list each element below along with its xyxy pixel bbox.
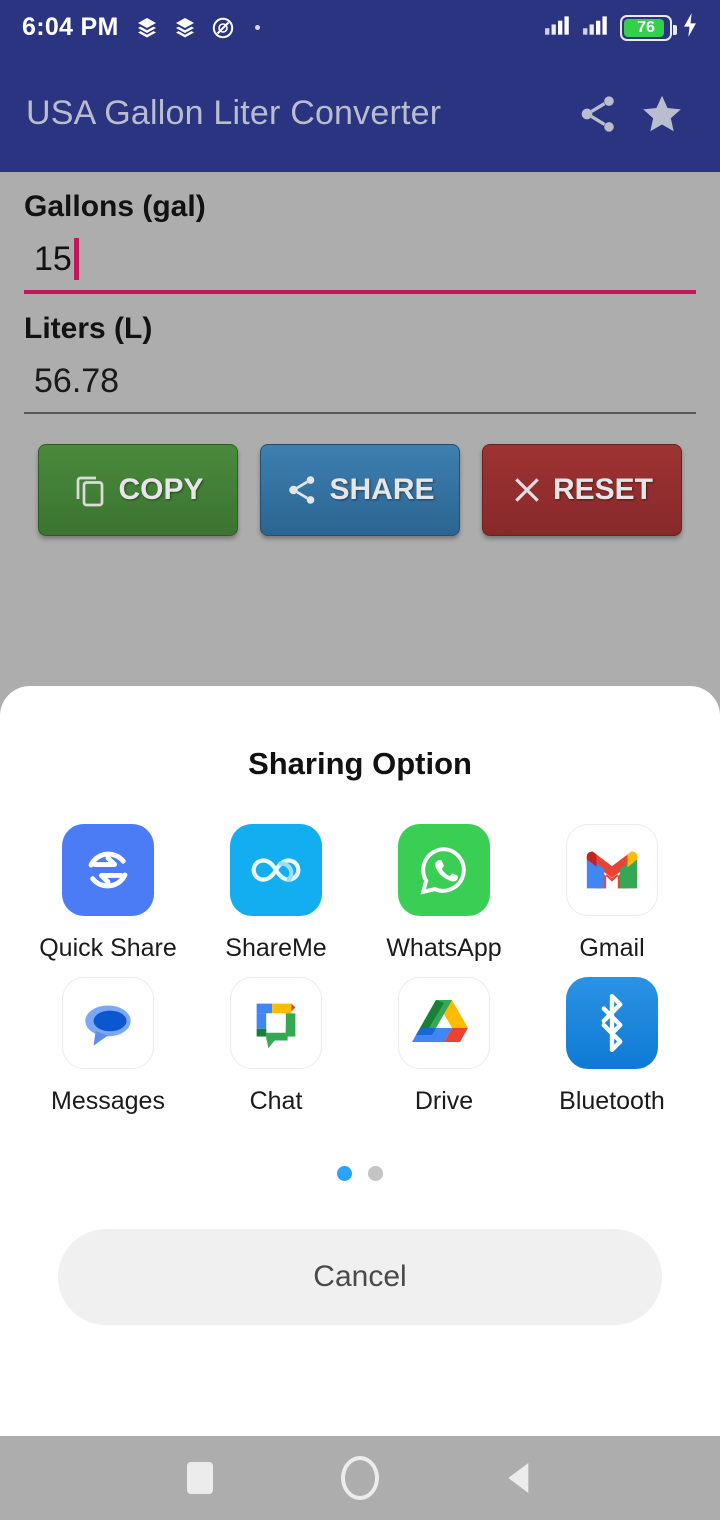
appbar-share-button[interactable] (566, 82, 630, 146)
share-target-label: Quick Share (39, 934, 177, 962)
system-navigation-bar (0, 1436, 720, 1520)
gallons-label: Gallons (gal) (24, 190, 206, 223)
action-button-row: COPY SHARE RESET (0, 414, 720, 536)
status-bar-notification-icons (135, 16, 260, 40)
share-target-label: Bluetooth (559, 1087, 665, 1115)
share-target-gmail[interactable]: Gmail (528, 824, 696, 963)
liters-field-row[interactable]: 56.78 (24, 346, 696, 414)
liters-output-value: 56.78 (34, 361, 120, 400)
layers-icon (173, 16, 197, 40)
reset-button-label: RESET (552, 473, 654, 506)
share-button-label: SHARE (329, 473, 435, 506)
triangle-back-icon (508, 1463, 529, 1493)
liters-label: Liters (L) (24, 312, 153, 345)
dot-indicator-icon (254, 25, 260, 30)
privacy-shield-icon (211, 16, 235, 40)
battery-level-label: 76 (637, 18, 655, 36)
share-sheet-title: Sharing Option (248, 746, 472, 781)
gmail-icon (566, 824, 658, 916)
copy-icon (77, 476, 104, 507)
gallons-field-row[interactable]: 15 (24, 224, 696, 294)
gallons-input-value: 15 (34, 239, 72, 278)
share-target-grid: Quick Share ShareMe WhatsApp Gmail Messa… (0, 782, 720, 1116)
share-target-quick-share[interactable]: Quick Share (24, 824, 192, 963)
text-cursor (73, 238, 79, 280)
copy-button[interactable]: COPY (38, 444, 238, 536)
share-icon (289, 476, 315, 504)
share-target-chat[interactable]: Chat (192, 977, 360, 1116)
signal-bars-icon (544, 14, 572, 41)
share-target-shareme[interactable]: ShareMe (192, 824, 360, 963)
google-messages-icon (62, 977, 154, 1069)
share-target-label: Messages (51, 1087, 165, 1115)
bluetooth-icon (566, 977, 658, 1069)
page-indicator (0, 1166, 720, 1181)
share-icon (581, 95, 614, 132)
close-x-icon (515, 478, 539, 502)
share-target-label: WhatsApp (386, 934, 502, 962)
page-title: USA Gallon Liter Converter (26, 94, 442, 132)
recents-button[interactable] (165, 1443, 235, 1513)
share-target-label: Chat (249, 1087, 303, 1115)
share-target-label: Drive (414, 1087, 474, 1115)
share-target-drive[interactable]: Drive (360, 977, 528, 1116)
app-bar: USA Gallon Liter Converter (0, 55, 720, 172)
google-chat-icon (230, 977, 322, 1069)
share-target-whatsapp[interactable]: WhatsApp (360, 824, 528, 963)
quick-share-icon (62, 824, 154, 916)
phone-screen: 6:04 PM 76 USA Gallon Liter Converter Ga… (0, 0, 720, 1520)
share-target-messages[interactable]: Messages (24, 977, 192, 1116)
share-button[interactable]: SHARE (260, 444, 460, 536)
square-recents-icon (187, 1462, 213, 1494)
gallons-input[interactable]: 15 (24, 224, 696, 290)
cancel-button[interactable]: Cancel (58, 1229, 662, 1325)
copy-button-label: COPY (118, 473, 204, 506)
circle-home-icon (341, 1456, 379, 1500)
liters-output[interactable]: 56.78 (24, 346, 696, 412)
gallons-input-underline (24, 290, 696, 294)
share-target-label: ShareMe (225, 934, 327, 962)
home-button[interactable] (325, 1443, 395, 1513)
appbar-favorite-button[interactable] (630, 82, 694, 146)
layers-icon (135, 16, 159, 40)
status-bar-system-icons: 76 (544, 12, 698, 43)
charging-bolt-icon (682, 12, 698, 43)
share-target-label: Gmail (579, 934, 645, 962)
whatsapp-icon (398, 824, 490, 916)
page-dot-1[interactable] (337, 1166, 352, 1181)
page-dot-2[interactable] (368, 1166, 383, 1181)
battery-icon: 76 (620, 14, 677, 41)
shareme-infinity-icon (230, 824, 322, 916)
status-bar-clock: 6:04 PM (22, 13, 119, 41)
status-bar: 6:04 PM 76 (0, 0, 720, 55)
share-sheet: Sharing Option Quick Share ShareMe Whats… (0, 686, 720, 1436)
signal-bars-icon (582, 14, 610, 41)
star-icon (643, 95, 681, 131)
liters-input-underline (24, 412, 696, 414)
share-target-bluetooth[interactable]: Bluetooth (528, 977, 696, 1116)
back-button[interactable] (485, 1443, 555, 1513)
google-drive-icon (398, 977, 490, 1069)
reset-button[interactable]: RESET (482, 444, 682, 536)
